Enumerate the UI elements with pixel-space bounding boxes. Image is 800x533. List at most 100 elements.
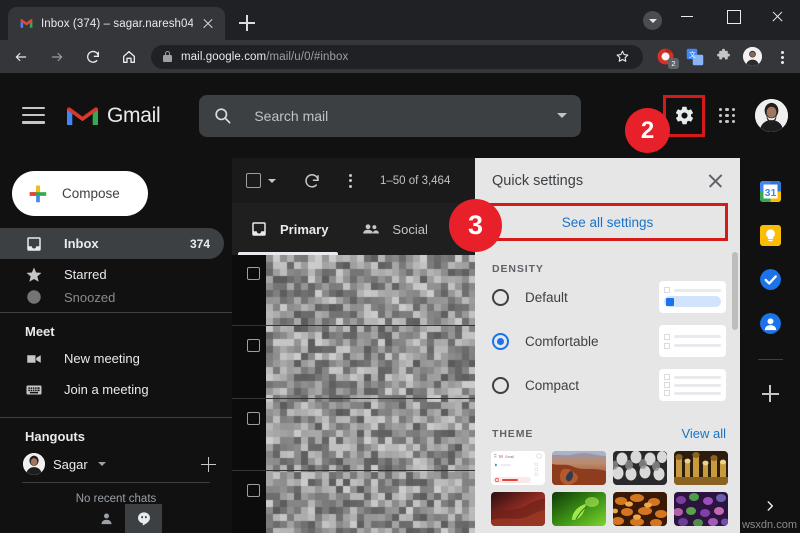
google-tasks-icon[interactable] [759, 269, 781, 290]
google-apps-grid-icon[interactable] [707, 96, 747, 136]
select-all-checkbox[interactable] [246, 173, 261, 188]
inbox-icon [25, 235, 43, 253]
gmail-sidebar: Compose Inbox 374 Starred Snoozed Meet N… [0, 158, 232, 533]
chrome-menu-icon[interactable] [767, 42, 796, 71]
radio-comfortable[interactable] [492, 332, 509, 350]
google-keep-icon[interactable] [759, 225, 781, 246]
compose-button[interactable]: Compose [12, 171, 148, 216]
close-icon[interactable] [707, 172, 724, 189]
theme-thumbnail[interactable] [613, 451, 667, 485]
close-window-button[interactable] [755, 0, 800, 32]
browser-tab[interactable]: Inbox (374) – sagar.naresh0404@ [8, 7, 225, 40]
theme-heading: THEME [492, 427, 534, 440]
tab-search-icon[interactable] [643, 11, 662, 30]
search-options-chevron-down-icon[interactable] [557, 113, 568, 118]
sidebar-item-new-meeting[interactable]: New meeting [0, 343, 224, 374]
mail-list-toolbar: 1–50 of 3,464 [232, 158, 475, 203]
calendar-day-number: 31 [764, 187, 776, 199]
maximize-button[interactable] [710, 0, 755, 32]
chrome-title-bar: Inbox (374) – sagar.naresh0404@ [0, 0, 800, 40]
radio-compact[interactable] [492, 376, 509, 394]
minimize-button[interactable] [665, 0, 710, 32]
home-button[interactable] [114, 42, 144, 72]
row-checkbox[interactable] [247, 484, 260, 497]
sidebar-item-label: Starred [64, 267, 107, 282]
new-chat-plus-icon[interactable] [201, 456, 216, 472]
extension-red-icon[interactable]: 2 [651, 42, 680, 71]
profile-avatar[interactable] [738, 42, 767, 71]
row-checkbox-column [232, 255, 266, 533]
quick-settings-panel: Quick settings See all settings DENSITY … [475, 158, 740, 533]
row-checkbox[interactable] [247, 412, 260, 425]
hamburger-menu-icon[interactable] [22, 107, 45, 124]
contacts-icon[interactable] [88, 504, 125, 533]
google-calendar-icon[interactable]: 31 [759, 181, 781, 202]
density-option-default[interactable]: Default [475, 275, 740, 319]
select-all-chevron-down-icon[interactable] [268, 178, 276, 183]
search-icon [213, 106, 232, 125]
quick-settings-scrollbar[interactable] [732, 252, 738, 330]
more-options-icon[interactable] [342, 173, 358, 189]
see-all-settings-button[interactable]: See all settings [487, 203, 728, 241]
inbox-icon [250, 220, 268, 238]
theme-thumbnail[interactable] [491, 492, 545, 526]
search-input[interactable]: Search mail [199, 94, 582, 137]
density-option-compact[interactable]: Compact [475, 363, 740, 407]
extension-badge-count: 2 [668, 58, 679, 69]
new-tab-button[interactable] [234, 10, 260, 36]
hangouts-icon[interactable] [125, 504, 162, 533]
row-checkbox[interactable] [247, 339, 260, 352]
theme-thumbnail[interactable] [552, 451, 606, 485]
quick-settings-header: Quick settings [475, 158, 740, 203]
theme-thumbnail[interactable] [674, 451, 728, 485]
tab-close-icon[interactable] [200, 16, 216, 32]
gmail-wordmark: Gmail [107, 103, 161, 127]
density-option-label: Compact [525, 377, 580, 393]
theme-thumbnail[interactable] [552, 492, 606, 526]
tab-label: Primary [280, 221, 329, 237]
svg-text:Gmail: Gmail [505, 455, 514, 459]
message-range-count: 1–50 of 3,464 [380, 174, 451, 187]
account-avatar[interactable] [755, 99, 788, 132]
sidebar-nav-list: Inbox 374 Starred Snoozed [0, 228, 232, 304]
chevron-down-icon[interactable] [97, 462, 106, 466]
extensions-puzzle-icon[interactable] [709, 42, 738, 71]
density-option-comfortable[interactable]: Comfortable [475, 319, 740, 363]
search-placeholder: Search mail [254, 107, 329, 124]
back-button[interactable] [6, 42, 36, 72]
theme-thumbnail[interactable] [613, 492, 667, 526]
sidebar-item-starred[interactable]: Starred [0, 259, 224, 290]
radio-default[interactable] [492, 288, 509, 306]
bookmark-star-icon[interactable] [611, 46, 633, 68]
sidebar-item-inbox[interactable]: Inbox 374 [0, 228, 224, 259]
add-app-plus-icon[interactable] [761, 385, 779, 402]
gmail-logo[interactable]: Gmail [67, 103, 161, 128]
tab-social[interactable]: Social [344, 203, 443, 255]
refresh-icon[interactable] [303, 172, 321, 190]
sidebar-item-join-meeting[interactable]: Join a meeting [0, 374, 224, 405]
avatar-image [743, 47, 762, 66]
tab-primary[interactable]: Primary [232, 203, 344, 255]
google-contacts-icon[interactable] [759, 313, 781, 334]
reload-button[interactable] [78, 42, 108, 72]
theme-thumbnail-grid: M Gmail [475, 441, 740, 526]
annotation-badge-label: 3 [467, 210, 484, 240]
gear-icon [675, 106, 693, 125]
google-translate-icon[interactable]: 文 [680, 42, 709, 71]
hangouts-user-row[interactable]: Sagar [0, 448, 232, 480]
gmail-header-actions [663, 73, 788, 158]
view-all-themes-link[interactable]: View all [681, 426, 726, 441]
theme-thumbnail[interactable] [674, 492, 728, 526]
video-camera-icon [25, 350, 43, 368]
kebab-dots [774, 49, 790, 65]
url-host: mail.google.com [181, 50, 267, 63]
lock-icon [163, 51, 172, 62]
expand-panel-chevron-right-icon[interactable] [763, 499, 777, 513]
theme-thumbnail[interactable]: M Gmail [491, 451, 545, 485]
row-checkbox[interactable] [247, 267, 260, 280]
compose-label: Compose [62, 186, 120, 201]
sidebar-item-partially-hidden[interactable]: Snoozed [0, 290, 224, 304]
address-bar[interactable]: mail.google.com/mail/u/0/#inbox [151, 44, 643, 69]
forward-button[interactable] [42, 42, 72, 72]
density-option-label: Default [525, 289, 568, 305]
